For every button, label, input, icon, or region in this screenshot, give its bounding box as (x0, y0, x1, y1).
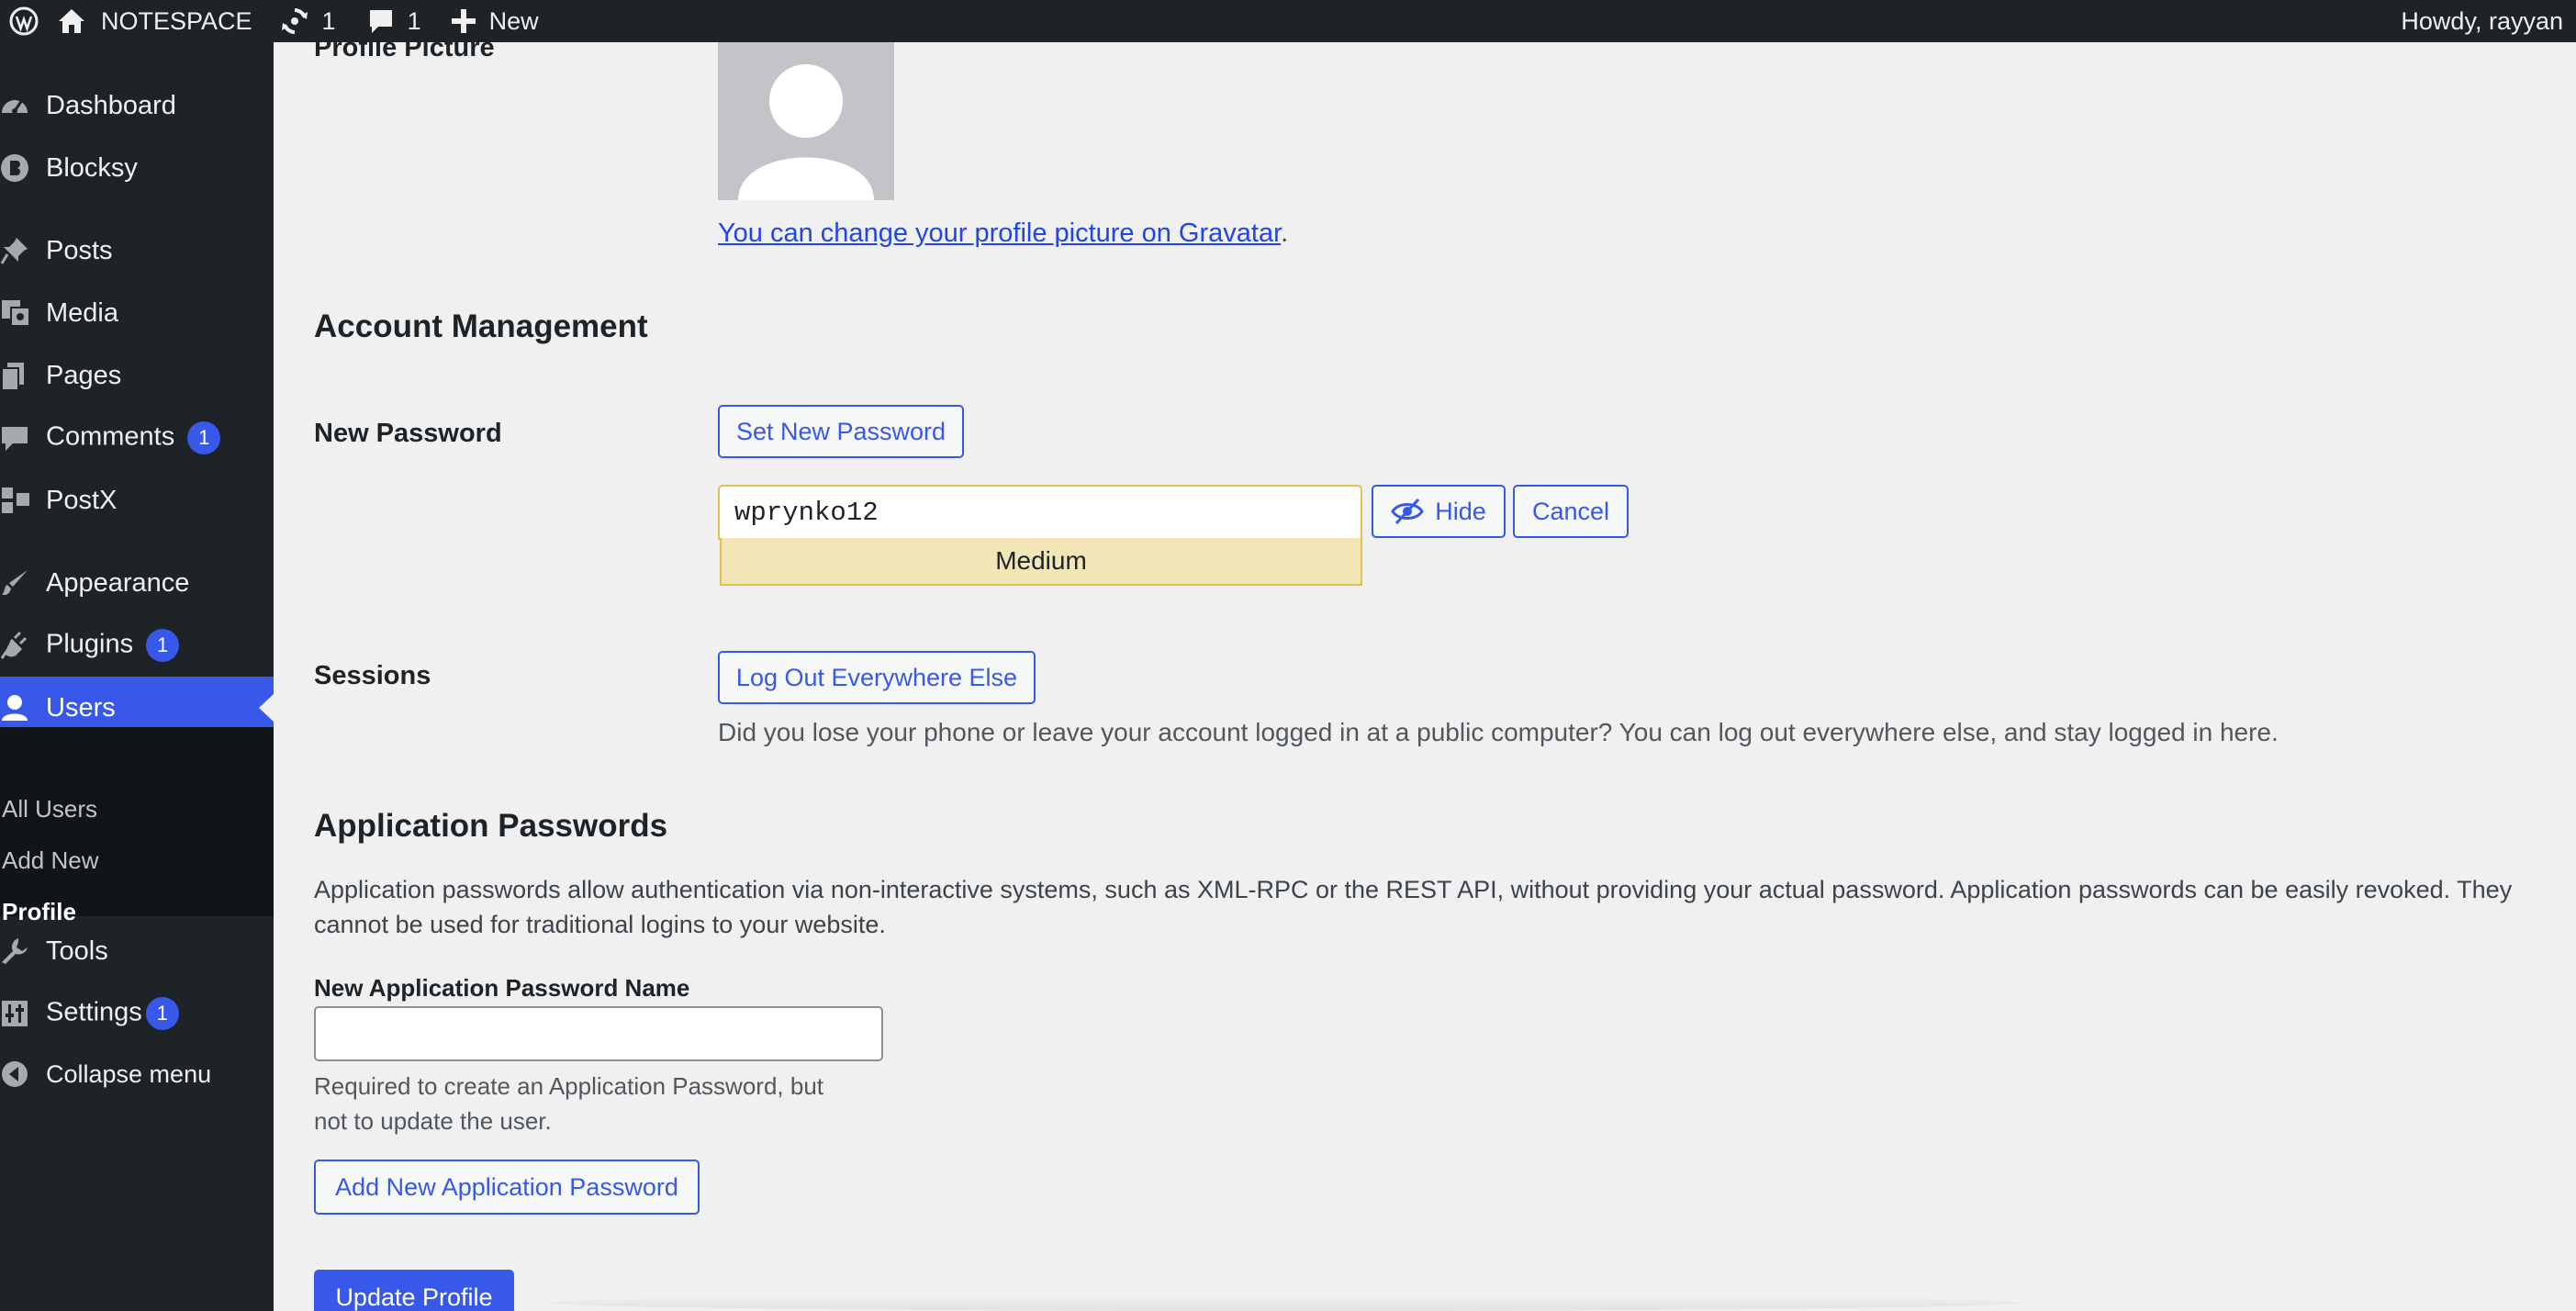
app-password-name-label: New Application Password Name (314, 974, 690, 1002)
pin-icon (0, 235, 31, 266)
sidebar-item-blocksy[interactable]: Blocksy (0, 137, 274, 199)
media-icon (0, 297, 31, 329)
sidebar-item-label: Tools (46, 936, 108, 966)
sidebar-item-label: Settings 1 (46, 997, 179, 1030)
collapse-icon (0, 1059, 31, 1090)
settings-label: Settings (46, 997, 142, 1027)
home-icon (57, 7, 86, 35)
wrench-icon (0, 936, 31, 967)
update-profile-button[interactable]: Update Profile (314, 1270, 514, 1311)
set-new-password-button[interactable]: Set New Password (718, 405, 964, 458)
avatar (718, 42, 894, 200)
comment-icon (0, 422, 31, 454)
app-password-help: Required to create an Application Passwo… (314, 1069, 823, 1138)
cancel-password-button[interactable]: Cancel (1513, 485, 1629, 538)
new-password-label: New Password (314, 419, 502, 448)
updates-icon (280, 6, 309, 36)
sidebar-item-postx[interactable]: PostX (0, 469, 274, 532)
plugins-badge: 1 (146, 629, 180, 662)
settings-icon (0, 998, 31, 1029)
sidebar-item-label: Collapse menu (46, 1059, 212, 1088)
wordpress-logo-icon[interactable] (0, 0, 48, 42)
sessions-description: Did you lose your phone or leave your ac… (718, 718, 2279, 746)
password-input[interactable]: wprynko12 (718, 485, 1362, 540)
sidebar-item-label: Comments 1 (46, 421, 221, 454)
sidebar-item-plugins[interactable]: Plugins 1 (0, 614, 274, 677)
comments-count: 1 (407, 6, 421, 35)
sidebar-collapse-menu[interactable]: Collapse menu (0, 1043, 274, 1105)
sidebar-item-label: Pages (46, 360, 122, 390)
brush-icon (0, 567, 31, 599)
submenu-add-new[interactable]: Add New (2, 846, 99, 875)
sidebar-item-label: Media (46, 297, 118, 328)
sidebar-item-dashboard[interactable]: Dashboard (0, 74, 274, 137)
postx-icon (0, 485, 31, 516)
application-passwords-description: Application passwords allow authenticati… (314, 876, 2513, 938)
sidebar-item-appearance[interactable]: Appearance (0, 552, 274, 614)
comment-bubble-icon (367, 7, 395, 35)
hide-label: Hide (1435, 497, 1486, 525)
eye-slash-icon (1391, 498, 1424, 525)
app-password-name-input[interactable] (314, 1006, 883, 1061)
plus-icon (451, 8, 476, 34)
plug-icon (0, 630, 31, 661)
comments-label: Comments (46, 421, 175, 452)
account-menu[interactable]: Howdy, rayyan (2401, 0, 2563, 42)
dashboard-icon (0, 90, 31, 121)
profile-picture-label: Profile Picture (314, 33, 495, 62)
pages-icon (0, 360, 31, 391)
settings-badge: 1 (145, 997, 179, 1030)
sidebar-item-tools[interactable]: Tools (0, 920, 274, 982)
log-out-everywhere-button[interactable]: Log Out Everywhere Else (718, 651, 1036, 704)
updates-count: 1 (321, 6, 336, 35)
submenu-all-users[interactable]: All Users (2, 795, 97, 824)
user-icon (0, 692, 31, 723)
sidebar-item-label: Dashboard (46, 90, 176, 120)
sidebar-item-comments[interactable]: Comments 1 (0, 407, 274, 469)
blocksy-icon (0, 152, 31, 184)
sidebar-item-label: Users (46, 692, 116, 723)
sidebar-item-label: PostX (46, 485, 118, 515)
app-password-help-line-2: not to update the user. (314, 1107, 552, 1135)
sidebar-item-label: Posts (46, 235, 113, 265)
sessions-label: Sessions (314, 661, 431, 690)
sidebar-item-label: Plugins 1 (46, 629, 180, 662)
users-submenu: All Users Add New Profile (0, 727, 274, 925)
sidebar-item-label: Blocksy (46, 152, 138, 183)
gravatar-link[interactable]: You can change your profile picture on G… (718, 218, 1281, 248)
gravatar-period: . (1281, 218, 1289, 248)
sidebar-item-settings[interactable]: Settings 1 (0, 982, 274, 1045)
sidebar-item-media[interactable]: Media (0, 282, 274, 344)
sidebar-item-posts[interactable]: Posts (0, 219, 274, 282)
add-application-password-button[interactable]: Add New Application Password (314, 1160, 700, 1215)
application-passwords-heading: Application Passwords (314, 808, 668, 844)
admin-sidebar: Dashboard Blocksy Posts Media Pages Comm… (0, 42, 274, 1311)
app-password-help-line-1: Required to create an Application Passwo… (314, 1072, 824, 1100)
site-name: NOTESPACE (101, 6, 252, 35)
account-management-heading: Account Management (314, 308, 648, 344)
password-strength-meter: Medium (720, 538, 1362, 586)
sidebar-item-pages[interactable]: Pages (0, 344, 274, 407)
hide-password-button[interactable]: Hide (1372, 485, 1506, 538)
plugins-label: Plugins (46, 629, 134, 659)
site-name-link[interactable]: NOTESPACE (48, 0, 252, 42)
howdy-text: Howdy, rayyan (2401, 6, 2563, 35)
sidebar-item-label: Appearance (46, 567, 190, 598)
comments-badge: 1 (187, 421, 221, 454)
new-label: New (488, 6, 539, 35)
gravatar-line: You can change your profile picture on G… (718, 218, 1288, 249)
bottom-shadow (551, 1294, 2020, 1311)
